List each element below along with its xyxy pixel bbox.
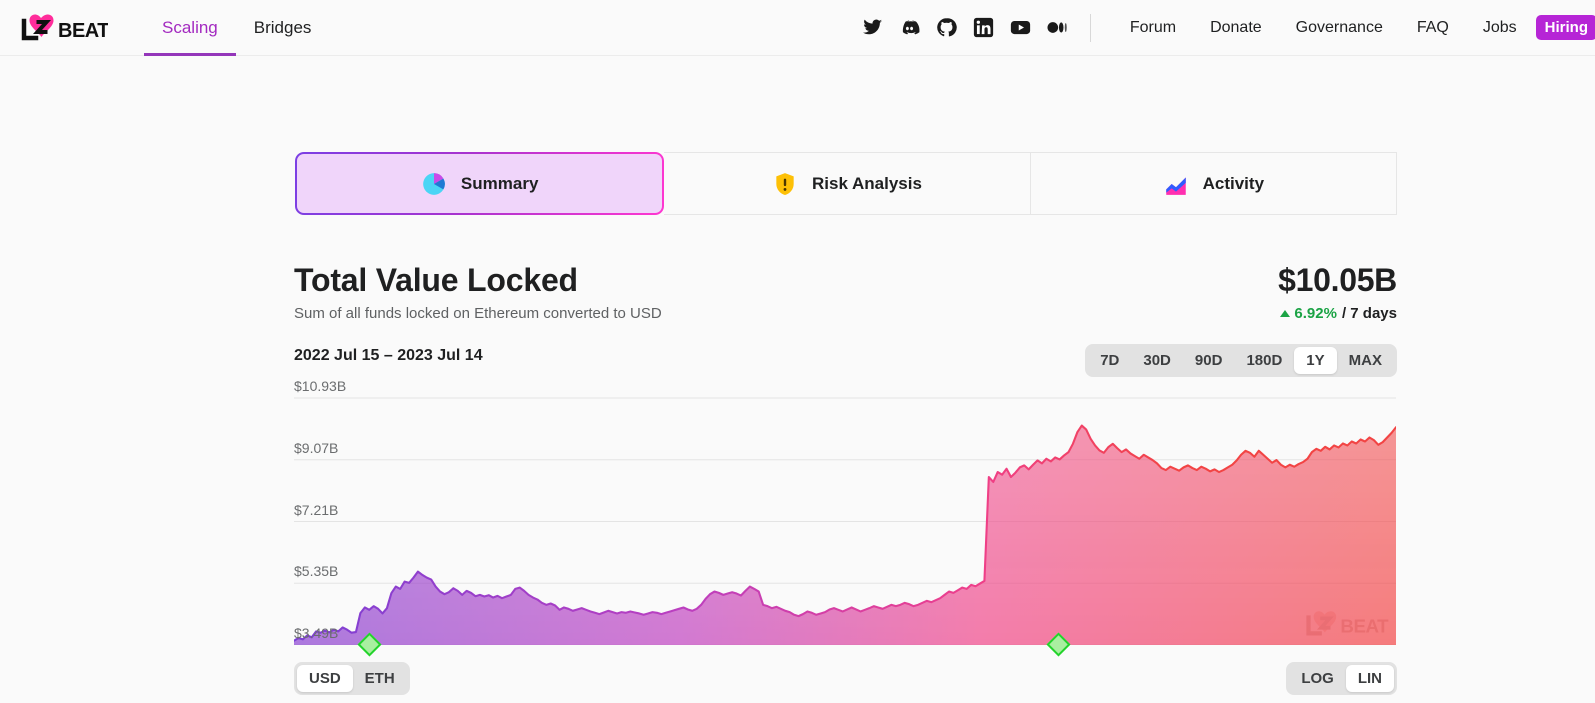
main-nav: Scaling Bridges — [144, 0, 329, 56]
tab-activity-label: Activity — [1202, 173, 1265, 193]
nav-item-faq[interactable]: FAQ — [1400, 19, 1466, 37]
page-title: Total Value Locked — [294, 262, 578, 298]
scale-pill-log[interactable]: LOG — [1289, 665, 1346, 692]
twitter-icon[interactable] — [862, 17, 883, 38]
nav-item-forum[interactable]: Forum — [1113, 19, 1193, 37]
svg-text:BEAT: BEAT — [1340, 615, 1389, 636]
l2beat-watermark-icon: BEAT — [1306, 611, 1390, 636]
tvl-chart-svg — [294, 397, 1396, 645]
tab-summary[interactable]: Summary — [295, 152, 664, 215]
tab-summary-label: Summary — [460, 173, 539, 193]
range-pill-90d[interactable]: 90D — [1183, 347, 1235, 374]
secondary-nav: Forum Donate Governance FAQ Jobs Hiring — [1113, 15, 1595, 40]
area-chart-icon — [1165, 177, 1186, 195]
caret-up-icon — [1280, 310, 1291, 317]
tvl-change: 6.92% / 7 days — [1280, 305, 1397, 322]
nav-item-bridges[interactable]: Bridges — [236, 0, 330, 56]
tvl-chart[interactable]: $10.93B $9.07B $7.21B $5.35B $3.49B BEAT — [294, 378, 1396, 657]
currency-selector: USD ETH — [294, 662, 410, 695]
tab-risk-analysis[interactable]: Risk Analysis — [664, 152, 1031, 215]
nav-item-donate[interactable]: Donate — [1193, 19, 1279, 37]
chart-date-range: 2022 Jul 15 – 2023 Jul 14 — [294, 347, 483, 364]
range-pill-180d[interactable]: 180D — [1234, 347, 1294, 374]
youtube-icon[interactable] — [1010, 17, 1031, 38]
linkedin-icon[interactable] — [973, 17, 994, 38]
discord-icon[interactable] — [899, 17, 920, 38]
l2beat-logo[interactable]: BEAT — [20, 11, 108, 45]
tvl-change-up: 6.92% — [1280, 305, 1337, 322]
header-right: Forum Donate Governance FAQ Jobs Hiring — [862, 0, 1595, 56]
svg-text:BEAT: BEAT — [58, 20, 108, 42]
github-icon[interactable] — [936, 17, 957, 38]
range-pill-30d[interactable]: 30D — [1131, 347, 1183, 374]
unit-pill-usd[interactable]: USD — [297, 665, 353, 692]
tvl-change-period: / 7 days — [1341, 305, 1397, 322]
site-header: BEAT Scaling Bridges Forum Donate Govern… — [0, 0, 1595, 56]
hiring-badge[interactable]: Hiring — [1535, 15, 1595, 40]
nav-item-jobs[interactable]: Jobs — [1466, 19, 1534, 37]
section-tabs: Summary Risk Analysis Activity — [295, 152, 1397, 215]
shield-warning-icon — [776, 172, 794, 195]
chart-watermark: BEAT — [1302, 609, 1390, 639]
scale-pill-lin[interactable]: LIN — [1345, 665, 1394, 692]
range-pill-7d[interactable]: 7D — [1088, 347, 1131, 374]
range-selector: 7D 30D 90D 180D 1Y MAX — [1085, 344, 1397, 377]
range-pill-max[interactable]: MAX — [1337, 347, 1394, 374]
tab-risk-analysis-label: Risk Analysis — [812, 173, 922, 193]
page-subtitle: Sum of all funds locked on Ethereum conv… — [294, 305, 662, 322]
tvl-change-pct: 6.92% — [1294, 305, 1337, 322]
social-links — [862, 17, 1068, 38]
nav-item-governance[interactable]: Governance — [1279, 19, 1400, 37]
tab-activity[interactable]: Activity — [1030, 152, 1397, 215]
header-divider — [1089, 13, 1091, 42]
range-pill-1y[interactable]: 1Y — [1294, 347, 1337, 374]
nav-item-scaling[interactable]: Scaling — [144, 0, 236, 56]
medium-icon[interactable] — [1047, 17, 1068, 38]
unit-pill-eth[interactable]: ETH — [353, 665, 407, 692]
chart-area — [294, 425, 1396, 645]
l2beat-logo-icon: BEAT — [21, 13, 108, 42]
tvl-value: $10.05B — [1278, 262, 1397, 298]
pie-chart-icon — [423, 172, 445, 195]
scale-selector: LOG LIN — [1286, 662, 1397, 695]
